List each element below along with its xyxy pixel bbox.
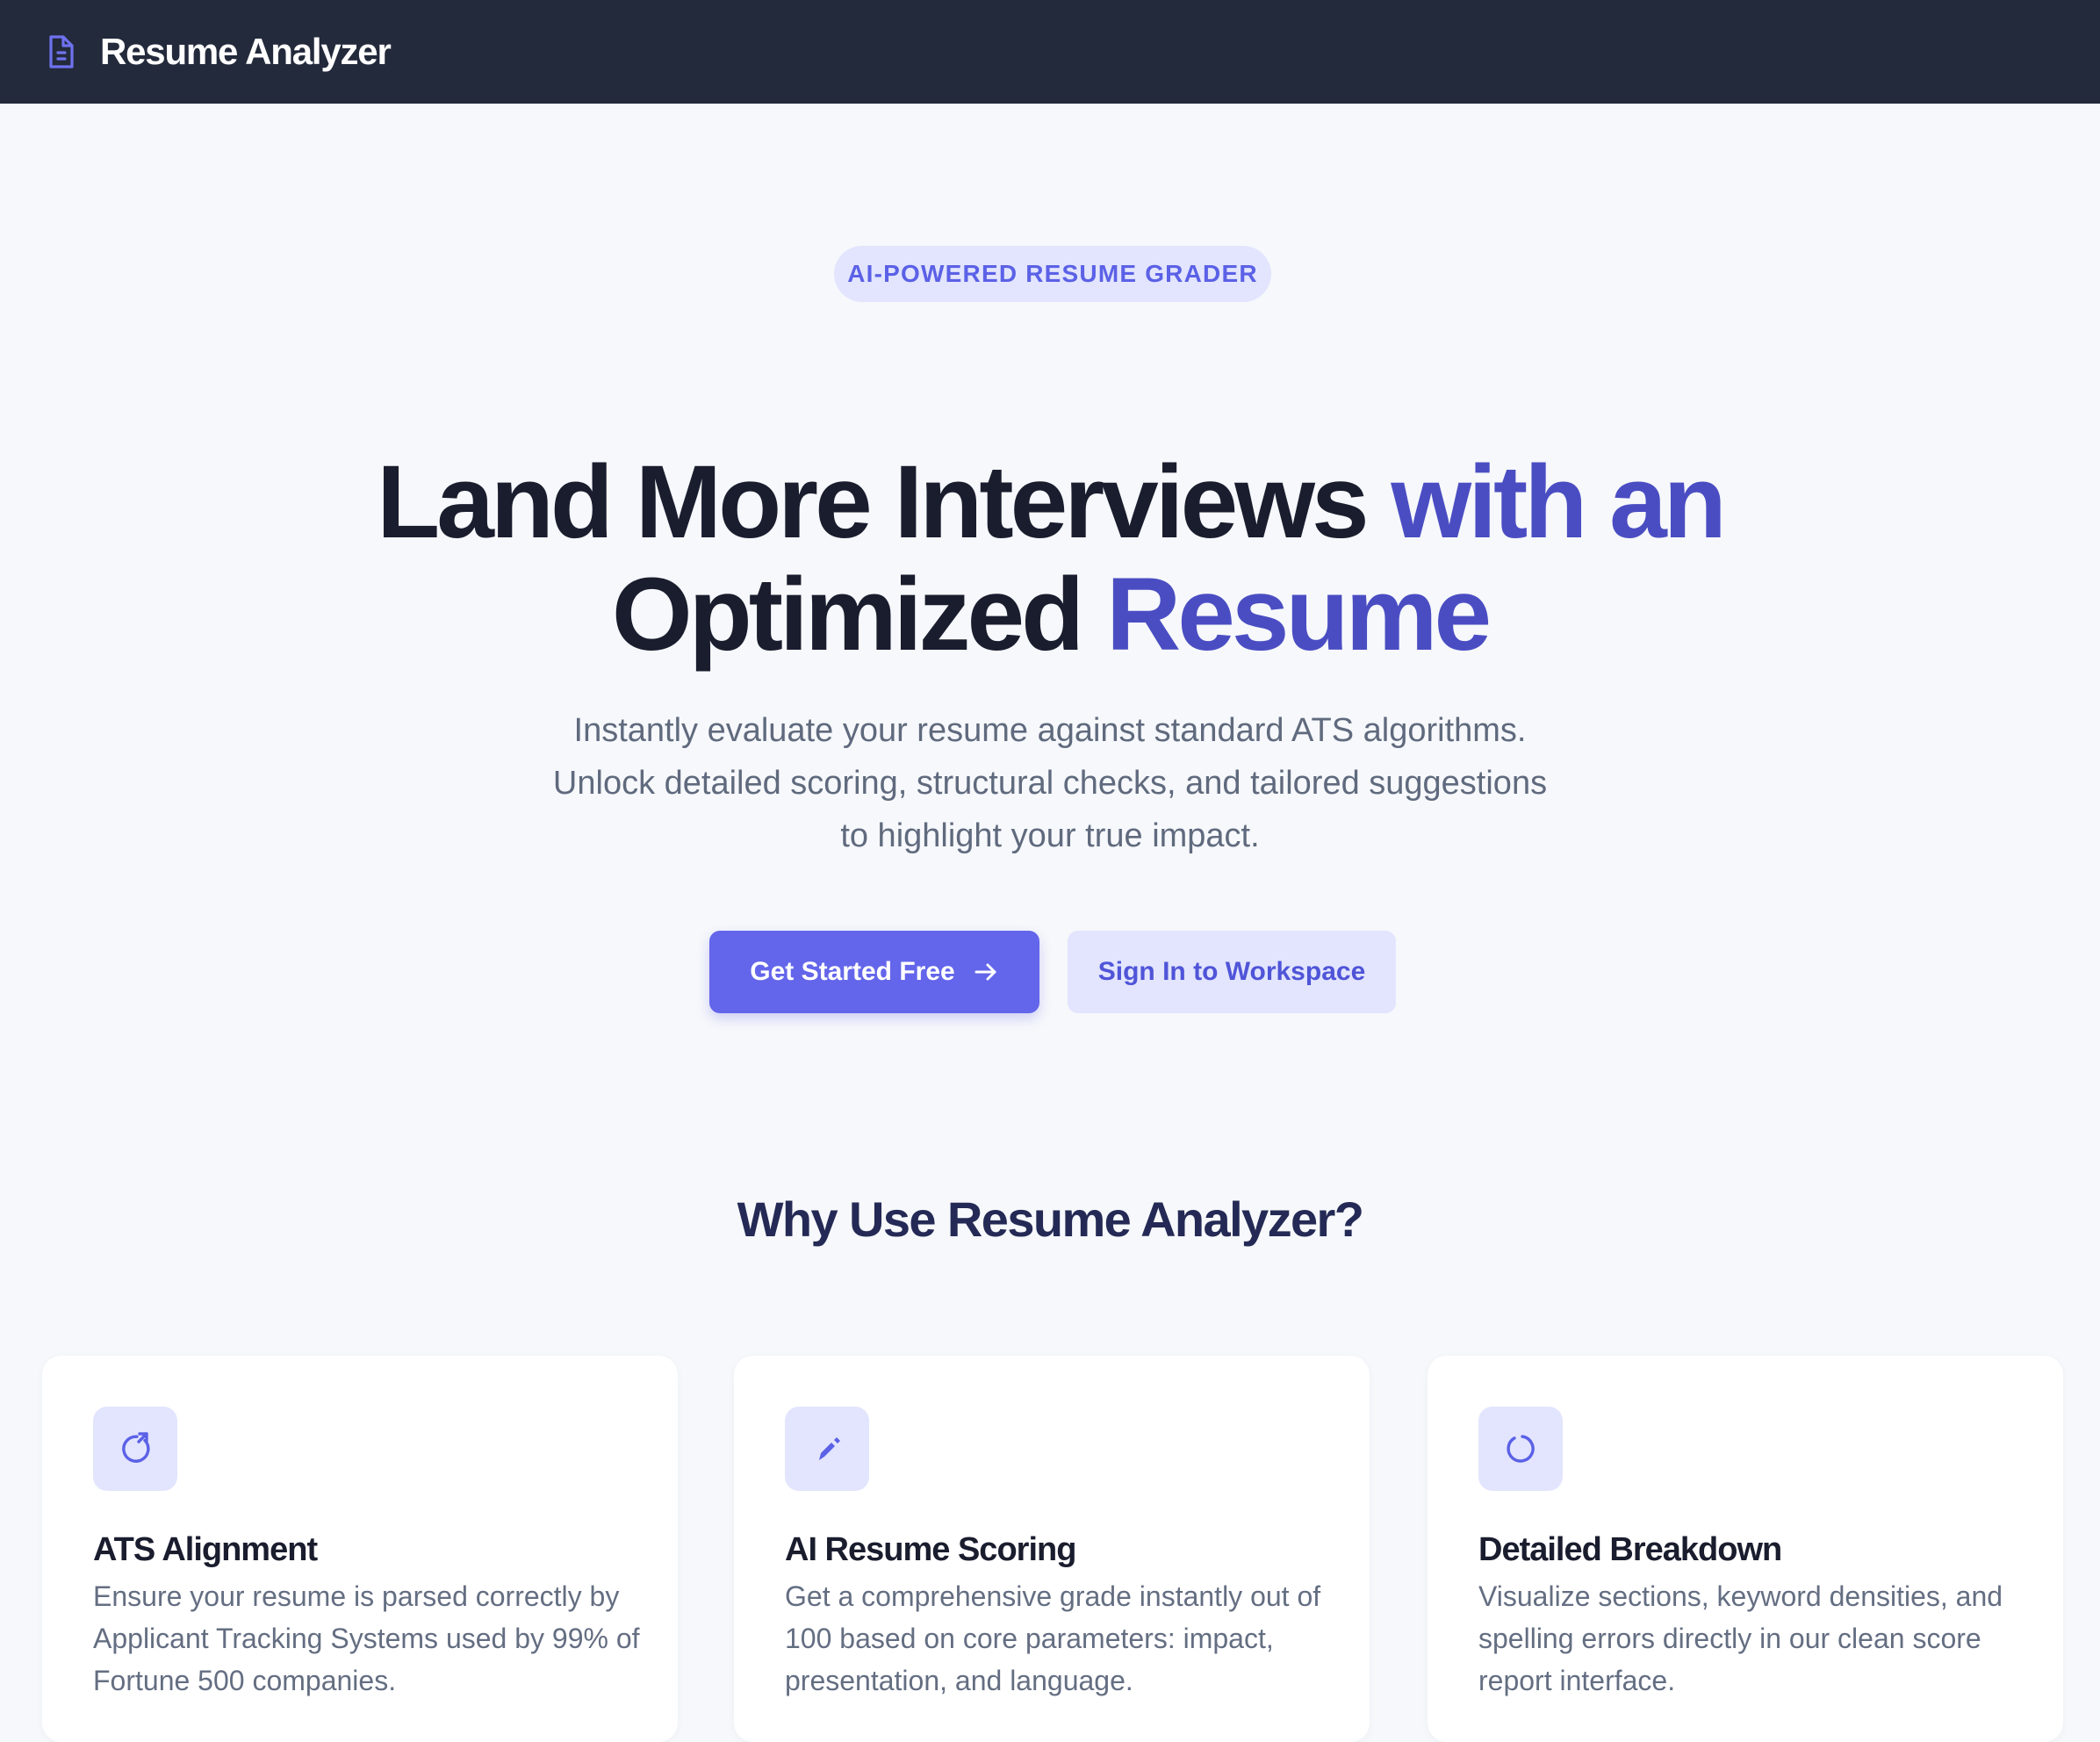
feature-icon-tile bbox=[785, 1407, 869, 1491]
pencil-icon bbox=[819, 1437, 840, 1460]
cta-buttons: Get Started Free Sign In to Workspace bbox=[709, 931, 1396, 1013]
document-icon bbox=[49, 35, 74, 68]
top-navbar: Resume Analyzer bbox=[0, 0, 2100, 104]
feature-description: Visualize sections, keyword densities, a… bbox=[1478, 1580, 2003, 1696]
sign-in-button[interactable]: Sign In to Workspace bbox=[1068, 931, 1396, 1013]
subtitle-line: Unlock detailed scoring, structural chec… bbox=[552, 765, 1548, 802]
feature-card-ats: ATS Alignment Ensure your resume is pars… bbox=[42, 1356, 678, 1742]
feature-title: ATS Alignment bbox=[93, 1531, 318, 1568]
hero-headline: Land More Interviews with an Optimized R… bbox=[176, 446, 1924, 671]
subtitle-line: to highlight your true impact. bbox=[840, 817, 1260, 854]
feature-cards: ATS Alignment Ensure your resume is pars… bbox=[42, 1356, 2065, 1742]
brand-name: Resume Analyzer bbox=[100, 31, 392, 72]
feature-description: Get a comprehensive grade instantly out … bbox=[785, 1580, 1321, 1696]
headline-text-accent: Resume bbox=[1106, 557, 1492, 673]
get-started-label: Get Started Free bbox=[750, 957, 955, 986]
feature-title: Detailed Breakdown bbox=[1478, 1531, 1782, 1568]
hero-badge: AI-POWERED RESUME GRADER bbox=[834, 246, 1271, 302]
hero-subtitle: Instantly evaluate your resume against s… bbox=[492, 704, 1608, 862]
feature-icon-tile bbox=[1478, 1407, 1563, 1491]
feature-card-scoring: AI Resume Scoring Get a comprehensive gr… bbox=[734, 1356, 1370, 1742]
feature-icon-tile bbox=[93, 1407, 177, 1491]
get-started-button[interactable]: Get Started Free bbox=[709, 931, 1039, 1013]
headline-text-accent: with an bbox=[1391, 444, 1726, 560]
refresh-arrow-icon bbox=[122, 1432, 150, 1463]
headline-text-dark: Land More Interviews bbox=[377, 444, 1392, 560]
feature-title: AI Resume Scoring bbox=[785, 1531, 1076, 1568]
headline-text-dark: Optimized bbox=[611, 557, 1107, 673]
feature-description: Ensure your resume is parsed correctly b… bbox=[93, 1580, 640, 1696]
headline-line-1: Land More Interviews with an bbox=[176, 446, 1924, 558]
headline-line-2: Optimized Resume bbox=[176, 558, 1924, 671]
feature-card-breakdown: Detailed Breakdown Visualize sections, k… bbox=[1428, 1356, 2063, 1742]
subtitle-line: Instantly evaluate your resume against s… bbox=[573, 712, 1527, 749]
features-title: Why Use Resume Analyzer? bbox=[737, 1191, 1364, 1247]
brand[interactable]: Resume Analyzer bbox=[46, 25, 392, 79]
circle-progress-icon bbox=[1507, 1435, 1535, 1463]
arrow-right-icon bbox=[974, 963, 996, 981]
